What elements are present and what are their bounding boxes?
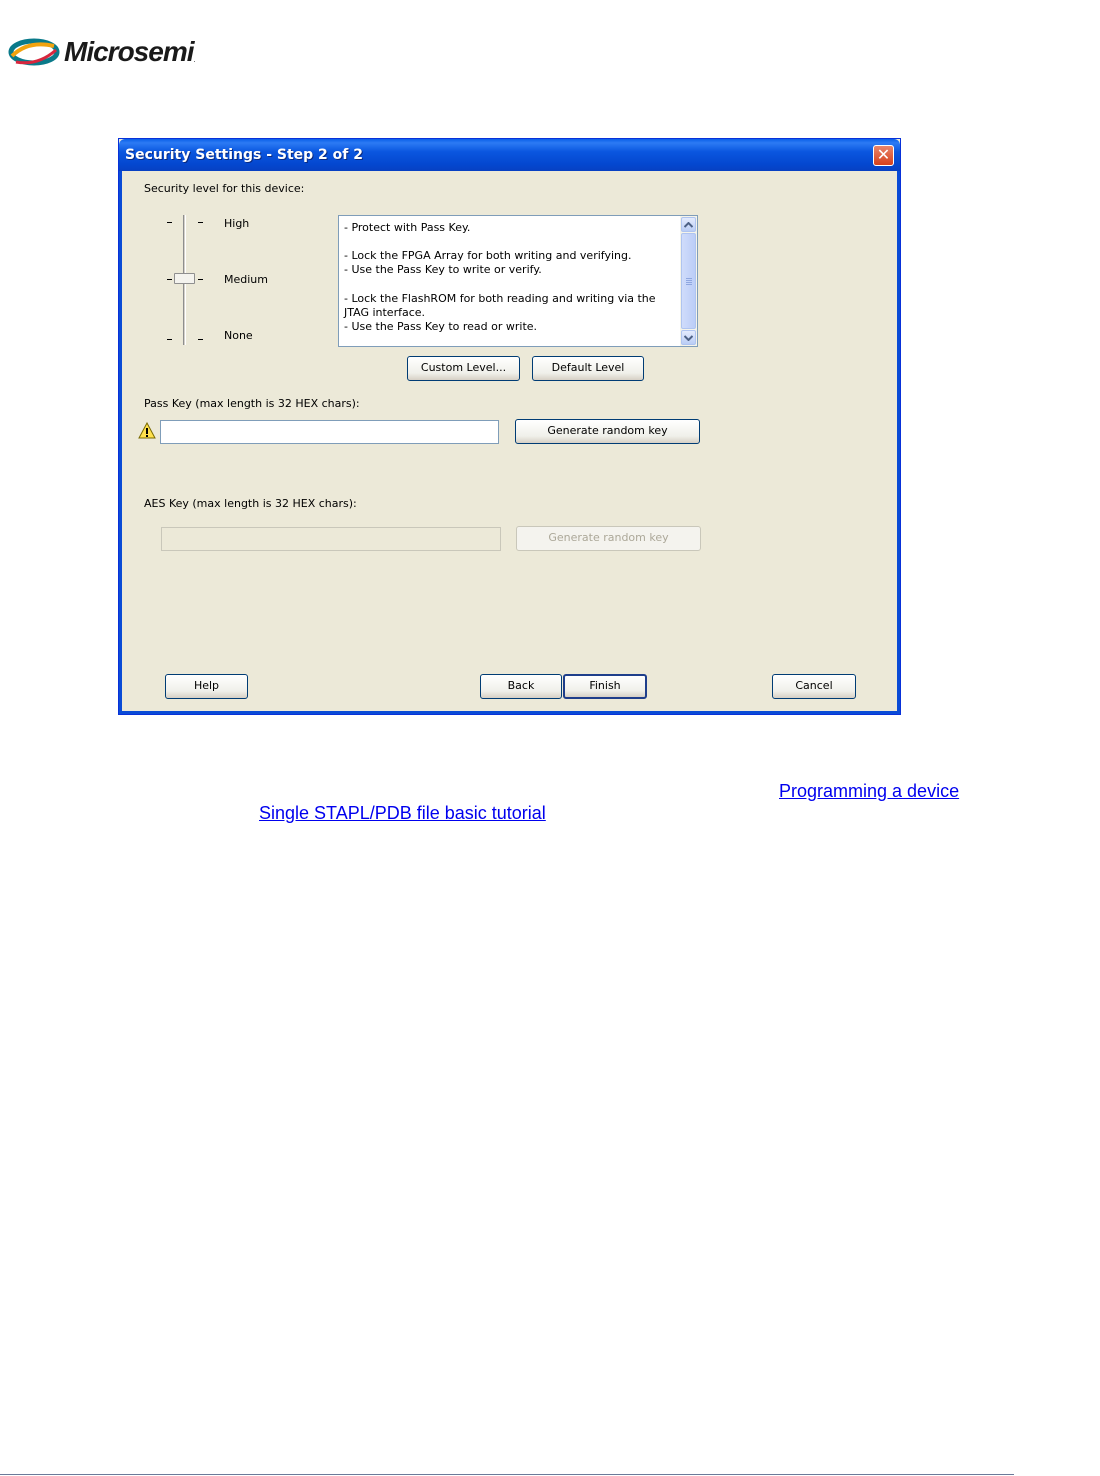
slider-tick <box>167 279 172 280</box>
scroll-grip <box>686 284 692 285</box>
security-description-box[interactable]: - Protect with Pass Key. - Lock the FPGA… <box>338 215 698 347</box>
slider-tick <box>198 222 203 223</box>
footer-rule <box>0 1474 1014 1475</box>
slider-tick <box>167 222 172 223</box>
logo-wordmark: Microsemi <box>64 36 194 67</box>
description-line: - Lock the FlashROM for both reading and… <box>344 292 656 305</box>
warning-icon <box>138 422 156 439</box>
level-label-high: High <box>224 217 250 230</box>
aes-key-input <box>161 527 501 551</box>
scroll-up-button[interactable] <box>681 217 696 232</box>
vertical-scrollbar[interactable] <box>680 216 697 346</box>
scroll-thumb[interactable] <box>681 233 696 329</box>
dialog-titlebar[interactable]: Security Settings - Step 2 of 2 ✕ <box>119 139 900 171</box>
dialog-frame-left <box>119 171 122 714</box>
description-line: - Lock the FPGA Array for both writing a… <box>344 249 632 262</box>
scroll-grip <box>686 278 692 279</box>
scroll-grip <box>686 282 692 283</box>
generate-aes-key-button: Generate random key <box>516 526 701 551</box>
slider-thumb[interactable] <box>174 273 195 284</box>
dialog-title: Security Settings - Step 2 of 2 <box>125 147 363 163</box>
aes-key-label: AES Key (max length is 32 HEX chars): <box>144 497 357 510</box>
dialog-frame-right <box>897 171 900 714</box>
pass-key-input[interactable] <box>160 420 499 444</box>
back-button[interactable]: Back <box>480 674 562 699</box>
logo-trademark: . <box>193 55 196 64</box>
level-label-none: None <box>224 329 253 342</box>
scroll-grip <box>686 280 692 281</box>
help-button[interactable]: Help <box>165 674 248 699</box>
slider-tick <box>198 339 203 340</box>
programming-device-link[interactable]: Programming a device <box>779 781 959 802</box>
dialog-frame-bottom <box>119 711 900 714</box>
security-level-label: Security level for this device: <box>144 182 305 195</box>
close-icon: ✕ <box>876 145 891 164</box>
microsemi-logo-icon <box>8 38 60 66</box>
description-line: - Use the Pass Key to read or write. <box>344 320 538 333</box>
scroll-down-arrow-icon <box>683 335 694 342</box>
custom-level-button[interactable]: Custom Level... <box>407 356 520 381</box>
default-level-button[interactable]: Default Level <box>532 356 644 381</box>
slider-tick <box>198 279 203 280</box>
scroll-down-button[interactable] <box>681 330 696 345</box>
description-line: - Protect with Pass Key. <box>344 221 471 234</box>
description-line: JTAG interface. <box>344 306 426 319</box>
description-line: - Use the Pass Key to write or verify. <box>344 263 542 276</box>
microsemi-logo: Microsemi . <box>8 34 196 70</box>
finish-button[interactable]: Finish <box>563 674 647 699</box>
close-button[interactable]: ✕ <box>873 145 894 166</box>
scroll-up-arrow-icon <box>683 221 694 228</box>
pass-key-label: Pass Key (max length is 32 HEX chars): <box>144 397 360 410</box>
slider-tick <box>167 339 172 340</box>
generate-pass-key-button[interactable]: Generate random key <box>515 419 700 444</box>
level-label-medium: Medium <box>224 273 268 286</box>
cancel-button[interactable]: Cancel <box>772 674 856 699</box>
stapl-tutorial-link[interactable]: Single STAPL/PDB file basic tutorial <box>259 803 546 824</box>
